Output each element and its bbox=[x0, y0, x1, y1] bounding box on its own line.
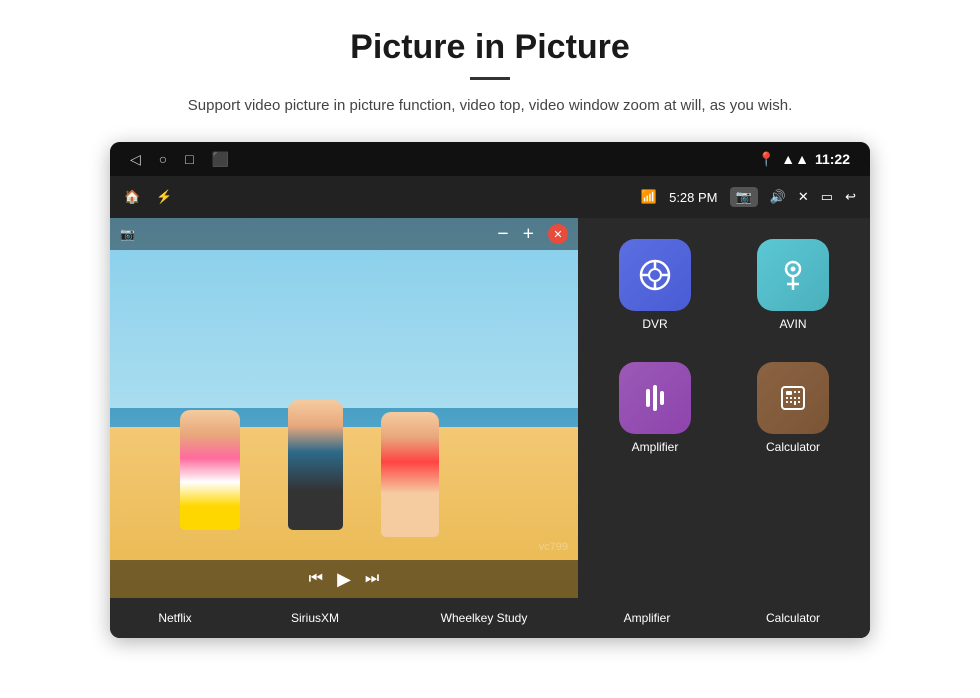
bottom-label-wheelkey: Wheelkey Study bbox=[390, 611, 578, 625]
app-label-calculator: Calculator bbox=[766, 440, 820, 454]
app-label-amplifier: Amplifier bbox=[632, 440, 679, 454]
app-item-dvr[interactable]: DVR bbox=[590, 228, 720, 343]
camera-icon[interactable]: 📷 bbox=[730, 187, 758, 207]
bottom-label-netflix: Netflix bbox=[110, 611, 240, 625]
status-indicators: 📍 ▲▲ 11:22 bbox=[758, 151, 850, 168]
app-icon-dvr bbox=[619, 239, 691, 311]
pip-controls-top: − + ✕ bbox=[497, 223, 568, 246]
bottom-label-calculator-bottom: Calculator bbox=[716, 611, 870, 625]
extra-nav-icon: ⬛ bbox=[212, 151, 229, 168]
app-icon-calculator bbox=[757, 362, 829, 434]
person2 bbox=[288, 400, 343, 530]
app-item-calculator[interactable]: Calculator bbox=[728, 351, 858, 466]
top-bar-right: 📶 5:28 PM 📷 🔊 ✕ ▭ ↩ bbox=[641, 187, 856, 207]
person3 bbox=[381, 412, 439, 537]
title-divider bbox=[470, 77, 510, 80]
app-label-avin: AVIN bbox=[779, 317, 806, 331]
pip-plus-button[interactable]: + bbox=[523, 223, 534, 246]
pip-minus-button[interactable]: − bbox=[497, 223, 508, 246]
pip-cam-icon: 📷 bbox=[120, 227, 135, 242]
pip-container: 📷 − + ✕ ⏮ ▶ ⏭ vc799 bbox=[110, 218, 578, 598]
back-nav-icon[interactable]: ◁ bbox=[130, 151, 141, 168]
page-header: Picture in Picture Support video picture… bbox=[0, 0, 980, 128]
pip-next-button[interactable]: ⏭ bbox=[365, 570, 379, 588]
pip-play-button[interactable]: ▶ bbox=[337, 569, 351, 590]
app-item-avin[interactable]: AVIN bbox=[728, 228, 858, 343]
nav-buttons: ◁ ○ □ ⬛ bbox=[130, 151, 229, 168]
location-icon: 📍 bbox=[758, 151, 775, 168]
clock: 11:22 bbox=[815, 151, 850, 167]
android-status-bar: ◁ ○ □ ⬛ 📍 ▲▲ 11:22 bbox=[110, 142, 870, 176]
bottom-labels-row: Netflix SiriusXM Wheelkey Study Amplifie… bbox=[110, 598, 870, 638]
app-item-amplifier[interactable]: Amplifier bbox=[590, 351, 720, 466]
app-icon-avin bbox=[757, 239, 829, 311]
pip-prev-button[interactable]: ⏮ bbox=[309, 570, 323, 588]
app-top-bar: 🏠 ⚡ 📶 5:28 PM 📷 🔊 ✕ ▭ ↩ bbox=[110, 176, 870, 218]
bottom-label-siriusxm: SiriusXM bbox=[240, 611, 390, 625]
home-icon[interactable]: 🏠 bbox=[124, 189, 140, 205]
app-icon-amplifier bbox=[619, 362, 691, 434]
apps-grid: DVR AVIN bbox=[578, 218, 870, 598]
pip-close-button[interactable]: ✕ bbox=[548, 224, 568, 244]
top-bar-left: 🏠 ⚡ bbox=[124, 189, 172, 205]
back-icon[interactable]: ↩ bbox=[845, 189, 856, 205]
home-nav-icon[interactable]: ○ bbox=[159, 151, 167, 167]
usb-icon: ⚡ bbox=[156, 189, 172, 205]
pip-icon[interactable]: ▭ bbox=[821, 189, 833, 205]
device-frame: ◁ ○ □ ⬛ 📍 ▲▲ 11:22 🏠 ⚡ 📶 5:28 PM 📷 🔊 ✕ ▭… bbox=[110, 142, 870, 638]
pip-bottom-bar: ⏮ ▶ ⏭ bbox=[110, 560, 578, 598]
close-icon[interactable]: ✕ bbox=[798, 189, 809, 205]
page-subtitle: Support video picture in picture functio… bbox=[140, 94, 840, 118]
volume-icon[interactable]: 🔊 bbox=[770, 189, 786, 205]
page-title: Picture in Picture bbox=[60, 28, 920, 67]
video-scene bbox=[110, 218, 578, 598]
app-label-dvr: DVR bbox=[642, 317, 667, 331]
pip-video[interactable]: 📷 − + ✕ ⏮ ▶ ⏭ vc799 bbox=[110, 218, 578, 598]
watermark: vc799 bbox=[539, 541, 568, 553]
app-content: 📷 − + ✕ ⏮ ▶ ⏭ vc799 bbox=[110, 218, 870, 598]
pip-time: 5:28 PM bbox=[669, 190, 717, 205]
pip-top-bar: 📷 − + ✕ bbox=[110, 218, 578, 250]
person1 bbox=[180, 410, 240, 530]
recent-nav-icon[interactable]: □ bbox=[185, 151, 193, 167]
bottom-label-amplifier-bottom: Amplifier bbox=[578, 611, 716, 625]
wifi-status-icon: 📶 bbox=[641, 189, 657, 205]
wifi-icon: ▲▲ bbox=[781, 151, 809, 167]
